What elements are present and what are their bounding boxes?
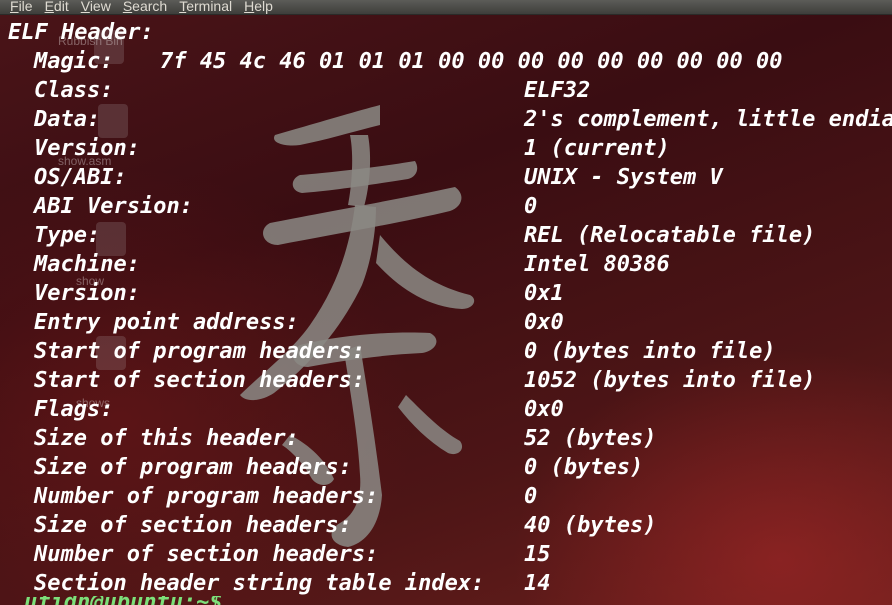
elf-field-value: 0 bbox=[524, 484, 538, 509]
menu-search[interactable]: Search bbox=[123, 0, 167, 14]
elf-field-row: Version: 0x1 bbox=[8, 279, 892, 308]
elf-field-label: Size of program headers: bbox=[34, 455, 352, 480]
elf-field-label: Number of section headers: bbox=[34, 542, 379, 567]
elf-field-row: Class: ELF32 bbox=[8, 76, 892, 105]
elf-field-label: Data: bbox=[34, 107, 101, 132]
menu-view[interactable]: View bbox=[81, 0, 111, 14]
elf-field-row: Entry point address: 0x0 bbox=[8, 308, 892, 337]
elf-field-row: Start of section headers: 1052 (bytes int… bbox=[8, 366, 892, 395]
menu-file[interactable]: File bbox=[10, 0, 33, 14]
terminal-window[interactable]: File Edit View Search Terminal Help Rubbish B… bbox=[0, 0, 892, 605]
elf-field-value: ELF32 bbox=[524, 78, 591, 103]
elf-field-label: Version: bbox=[34, 281, 140, 306]
elf-field-value: 0 (bytes into file) bbox=[524, 339, 776, 364]
elf-header-title-row: ELF Header: bbox=[8, 18, 892, 47]
elf-field-row: Size of section headers: 40 (bytes) bbox=[8, 511, 892, 540]
menu-accelerator: E bbox=[44, 0, 54, 14]
elf-field-value: 0x0 bbox=[524, 310, 564, 335]
terminal-output[interactable]: ELF Header: Magic: 7f 45 4c 46 01 01 01 00… bbox=[8, 18, 892, 598]
elf-field-row: Start of program headers: 0 (bytes into f… bbox=[8, 337, 892, 366]
elf-field-label: Number of program headers: bbox=[34, 484, 379, 509]
menu-label: ile bbox=[18, 0, 33, 14]
elf-field-row: Flags: 0x0 bbox=[8, 395, 892, 424]
elf-field-row: Type: REL (Relocatable file) bbox=[8, 221, 892, 250]
elf-field-value: 14 bbox=[524, 571, 551, 596]
menu-edit[interactable]: Edit bbox=[45, 0, 69, 14]
elf-field-label: ABI Version: bbox=[34, 194, 193, 219]
elf-field-row: Machine: Intel 80386 bbox=[8, 250, 892, 279]
menu-accelerator: V bbox=[80, 0, 90, 14]
elf-field-value: 0x1 bbox=[524, 281, 564, 306]
menu-accelerator: F bbox=[10, 0, 19, 14]
elf-field-value: 40 (bytes) bbox=[524, 513, 657, 538]
elf-field-value: 1052 (bytes into file) bbox=[524, 368, 816, 393]
menu-accelerator: H bbox=[244, 0, 255, 14]
elf-field-row: Size of program headers: 0 (bytes) bbox=[8, 453, 892, 482]
shell-prompt: ufidn@ubuntu:~$ bbox=[24, 596, 284, 605]
elf-magic-value: 7f 45 4c 46 01 01 01 00 00 00 00 00 00 0… bbox=[160, 49, 783, 74]
elf-field-label: Type: bbox=[34, 223, 101, 248]
elf-header-title: ELF Header: bbox=[8, 20, 154, 45]
elf-field-label: Size of this header: bbox=[34, 426, 299, 451]
elf-field-value: 15 bbox=[524, 542, 551, 567]
elf-field-row: Section header string table index: 14 bbox=[8, 569, 892, 598]
elf-field-row: Size of this header: 52 (bytes) bbox=[8, 424, 892, 453]
elf-field-label: Start of section headers: bbox=[34, 368, 366, 393]
elf-field-label: Size of section headers: bbox=[34, 513, 352, 538]
elf-field-value: 52 (bytes) bbox=[524, 426, 657, 451]
elf-field-row: Version: 1 (current) bbox=[8, 134, 892, 163]
elf-field-row: Number of section headers: 15 bbox=[8, 540, 892, 569]
elf-field-row: ABI Version: 0 bbox=[8, 192, 892, 221]
elf-field-label: Entry point address: bbox=[34, 310, 299, 335]
elf-field-value: 0x0 bbox=[524, 397, 564, 422]
menu-label: erminal bbox=[186, 0, 233, 14]
menu-label: earch bbox=[132, 0, 168, 14]
elf-field-label: Version: bbox=[34, 136, 140, 161]
menu-label: elp bbox=[254, 0, 273, 14]
elf-field-label: OS/ABI: bbox=[34, 165, 127, 190]
elf-field-label: Flags: bbox=[34, 397, 114, 422]
elf-field-label: Class: bbox=[34, 78, 114, 103]
menu-label: iew bbox=[89, 0, 111, 14]
elf-field-row: OS/ABI: UNIX - System V bbox=[8, 163, 892, 192]
menu-help[interactable]: Help bbox=[244, 0, 273, 14]
elf-field-value: 1 (current) bbox=[524, 136, 670, 161]
menu-bar: File Edit View Search Terminal Help bbox=[0, 0, 892, 15]
elf-field-row: Number of program headers: 0 bbox=[8, 482, 892, 511]
menu-label: dit bbox=[53, 0, 69, 14]
elf-field-value: REL (Relocatable file) bbox=[524, 223, 816, 248]
elf-field-value: 0 bbox=[524, 194, 538, 219]
menu-accelerator: S bbox=[122, 0, 133, 14]
elf-field-label: Machine: bbox=[34, 252, 140, 277]
elf-magic-row: Magic: 7f 45 4c 46 01 01 01 00 00 00 00 0… bbox=[8, 47, 892, 76]
elf-field-value: UNIX - System V bbox=[524, 165, 723, 190]
elf-field-label: Section header string table index: bbox=[34, 571, 485, 596]
menu-terminal[interactable]: Terminal bbox=[179, 0, 232, 14]
elf-field-value: 2's complement, little endian bbox=[524, 107, 892, 132]
elf-field-value: 0 (bytes) bbox=[524, 455, 644, 480]
elf-field-row: Data: 2's complement, little endian bbox=[8, 105, 892, 134]
elf-field-value: Intel 80386 bbox=[524, 252, 670, 277]
elf-field-label: Start of program headers: bbox=[34, 339, 366, 364]
elf-field-label: Magic: bbox=[34, 49, 114, 74]
